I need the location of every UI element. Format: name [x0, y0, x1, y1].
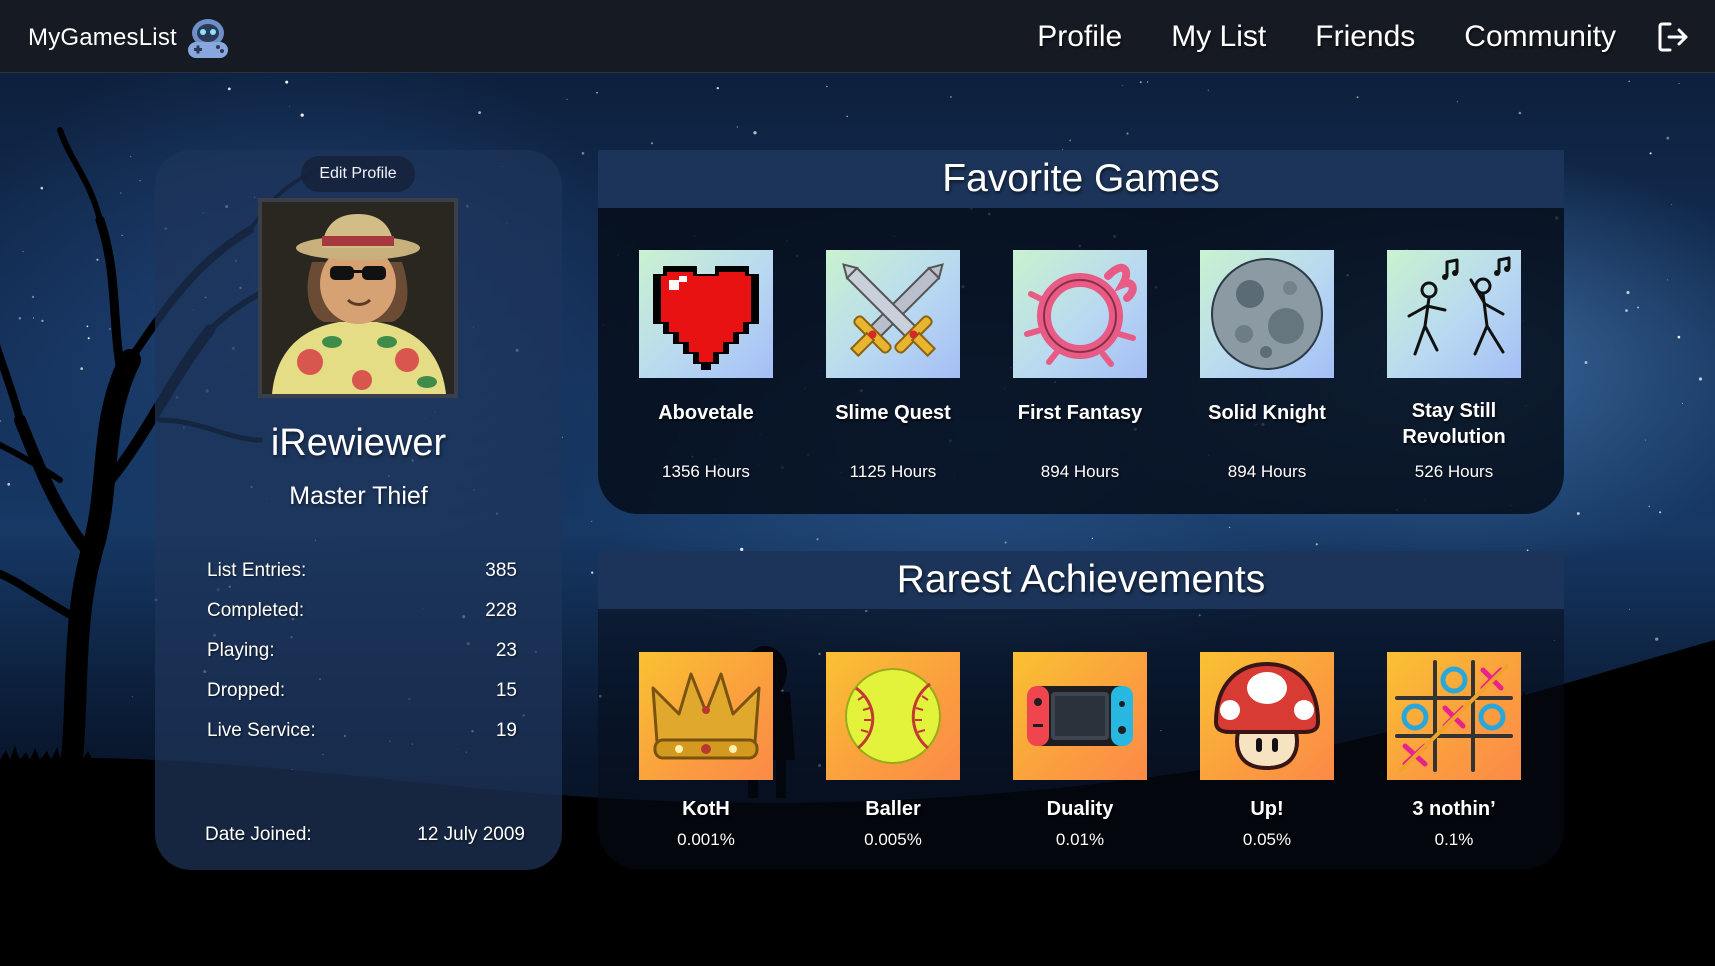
stat-value: 228	[485, 600, 517, 621]
fire-ring-icon	[1013, 250, 1147, 378]
achievement-card[interactable]: KotH 0.001%	[639, 652, 773, 850]
favorite-games-heading: Favorite Games	[598, 150, 1564, 208]
stat-dropped: Dropped: 15	[207, 680, 517, 720]
achievement-card[interactable]: Duality 0.01%	[1013, 652, 1147, 850]
stat-value: 19	[495, 720, 517, 741]
achievement-card[interactable]: 3 nothin’ 0.1%	[1387, 652, 1521, 850]
achievement-name: Duality	[1046, 798, 1114, 820]
achievement-card[interactable]: Up! 0.05%	[1200, 652, 1334, 850]
game-name: First Fantasy	[1017, 402, 1143, 424]
achievement-percent: 0.05%	[1242, 830, 1292, 849]
favorite-games-panel: Favorite Games Abovetale 1356 Hours Slim…	[598, 150, 1564, 514]
achievement-percent: 0.005%	[864, 830, 922, 849]
softball-icon	[826, 652, 960, 780]
edit-profile-button[interactable]: Edit Profile	[301, 156, 415, 192]
achievement-name: KotH	[682, 798, 730, 820]
crown-icon	[639, 652, 773, 780]
game-name: Abovetale	[658, 402, 754, 424]
profile-card: Edit Profile iRewiewer Master Thief List…	[155, 150, 562, 870]
stat-live-service: Live Service: 19	[207, 720, 517, 760]
stat-value: 23	[495, 640, 517, 661]
game-hours: 1125 Hours	[849, 462, 937, 481]
avatar-character-image	[262, 202, 454, 394]
crossed-swords-icon	[826, 250, 960, 378]
favorite-game-card[interactable]: Stay Still Revolution 526 Hours	[1387, 250, 1521, 481]
game-hours: 526 Hours	[1414, 462, 1494, 481]
profile-stats: List Entries: 385 Completed: 228 Playing…	[207, 560, 517, 760]
achievement-name: Baller	[865, 798, 921, 820]
game-name: Stay Still Revolution	[1402, 400, 1506, 448]
stat-label: Dropped:	[207, 680, 286, 701]
achievement-percent: 0.001%	[677, 830, 735, 849]
top-navigation-bar: MyGamesList Profile My List Friends Comm…	[0, 0, 1715, 73]
achievement-name: Up!	[1250, 798, 1284, 820]
nav-profile[interactable]: Profile	[1037, 20, 1122, 54]
achievement-card[interactable]: Baller 0.005%	[826, 652, 960, 850]
stat-label: Playing:	[207, 640, 275, 661]
tic-tac-toe-icon	[1387, 652, 1521, 780]
nav-community[interactable]: Community	[1464, 20, 1616, 54]
pixel-heart-icon	[639, 250, 773, 378]
nav-my-list[interactable]: My List	[1171, 20, 1266, 54]
rarest-achievements-panel: Rarest Achievements KotH 0.001% Baller 0…	[598, 551, 1564, 869]
brand[interactable]: MyGamesList	[28, 16, 231, 60]
achievement-percent: 0.01%	[1055, 830, 1105, 849]
mushroom-icon	[1200, 652, 1334, 780]
game-hours: 1356 Hours	[662, 462, 750, 481]
stat-label: Live Service:	[207, 720, 316, 741]
game-hours: 894 Hours	[1040, 462, 1120, 481]
rarest-achievements-heading: Rarest Achievements	[598, 551, 1564, 609]
stat-label: List Entries:	[207, 560, 307, 581]
username: iRewiewer	[270, 422, 447, 464]
favorite-game-card[interactable]: Slime Quest 1125 Hours	[826, 250, 960, 481]
stat-label: Completed:	[207, 600, 305, 621]
stat-value: 15	[495, 680, 517, 701]
handheld-console-icon	[1013, 652, 1147, 780]
logout-icon[interactable]	[1656, 20, 1690, 54]
dancers-icon	[1387, 250, 1521, 378]
stat-completed: Completed: 228	[207, 600, 517, 640]
game-name: Slime Quest	[835, 402, 951, 424]
achievement-name: 3 nothin’	[1412, 798, 1496, 820]
stat-value: 385	[485, 560, 517, 581]
date-joined-label: Date Joined:	[205, 824, 312, 845]
nav-friends[interactable]: Friends	[1315, 20, 1415, 54]
achievement-percent: 0.1%	[1434, 830, 1474, 849]
stat-playing: Playing: 23	[207, 640, 517, 680]
stat-list-entries: List Entries: 385	[207, 560, 517, 600]
user-title: Master Thief	[289, 482, 428, 510]
date-joined-value: 12 July 2009	[417, 824, 525, 845]
game-name: Solid Knight	[1208, 402, 1326, 424]
gamepad-logo-icon	[187, 19, 228, 58]
favorite-game-card[interactable]: First Fantasy 894 Hours	[1013, 250, 1147, 481]
brand-name: MyGamesList	[28, 24, 177, 51]
moon-icon	[1200, 250, 1334, 378]
date-joined: Date Joined: 12 July 2009	[205, 824, 525, 846]
main-nav: Profile My List Friends Community	[1037, 0, 1715, 73]
game-hours: 894 Hours	[1227, 462, 1307, 481]
favorite-game-card[interactable]: Solid Knight 894 Hours	[1200, 250, 1334, 481]
favorite-game-card[interactable]: Abovetale 1356 Hours	[639, 250, 773, 481]
avatar[interactable]	[258, 198, 458, 398]
